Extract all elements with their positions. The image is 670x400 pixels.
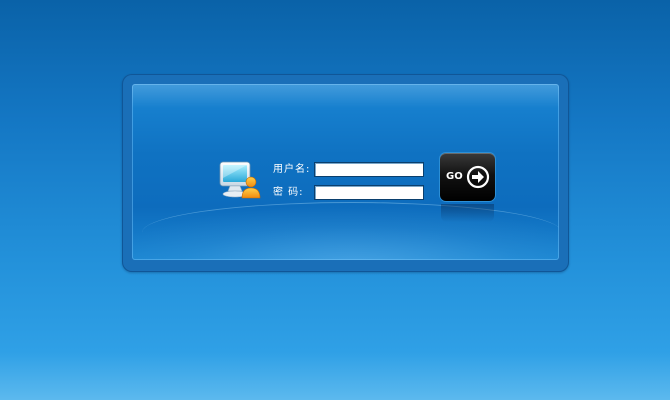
go-button-reflection bbox=[441, 204, 494, 222]
panel-gloss bbox=[132, 84, 559, 108]
username-input[interactable] bbox=[314, 162, 424, 177]
go-button-label: GO bbox=[446, 171, 463, 182]
panel-light-curve bbox=[142, 202, 559, 260]
arrow-right-circle-icon bbox=[466, 165, 490, 189]
go-button[interactable]: GO bbox=[440, 153, 495, 201]
username-label: 用户名: bbox=[273, 164, 311, 175]
password-input[interactable] bbox=[314, 185, 424, 200]
password-label: 密 码: bbox=[273, 187, 304, 198]
computer-user-icon bbox=[219, 161, 261, 199]
